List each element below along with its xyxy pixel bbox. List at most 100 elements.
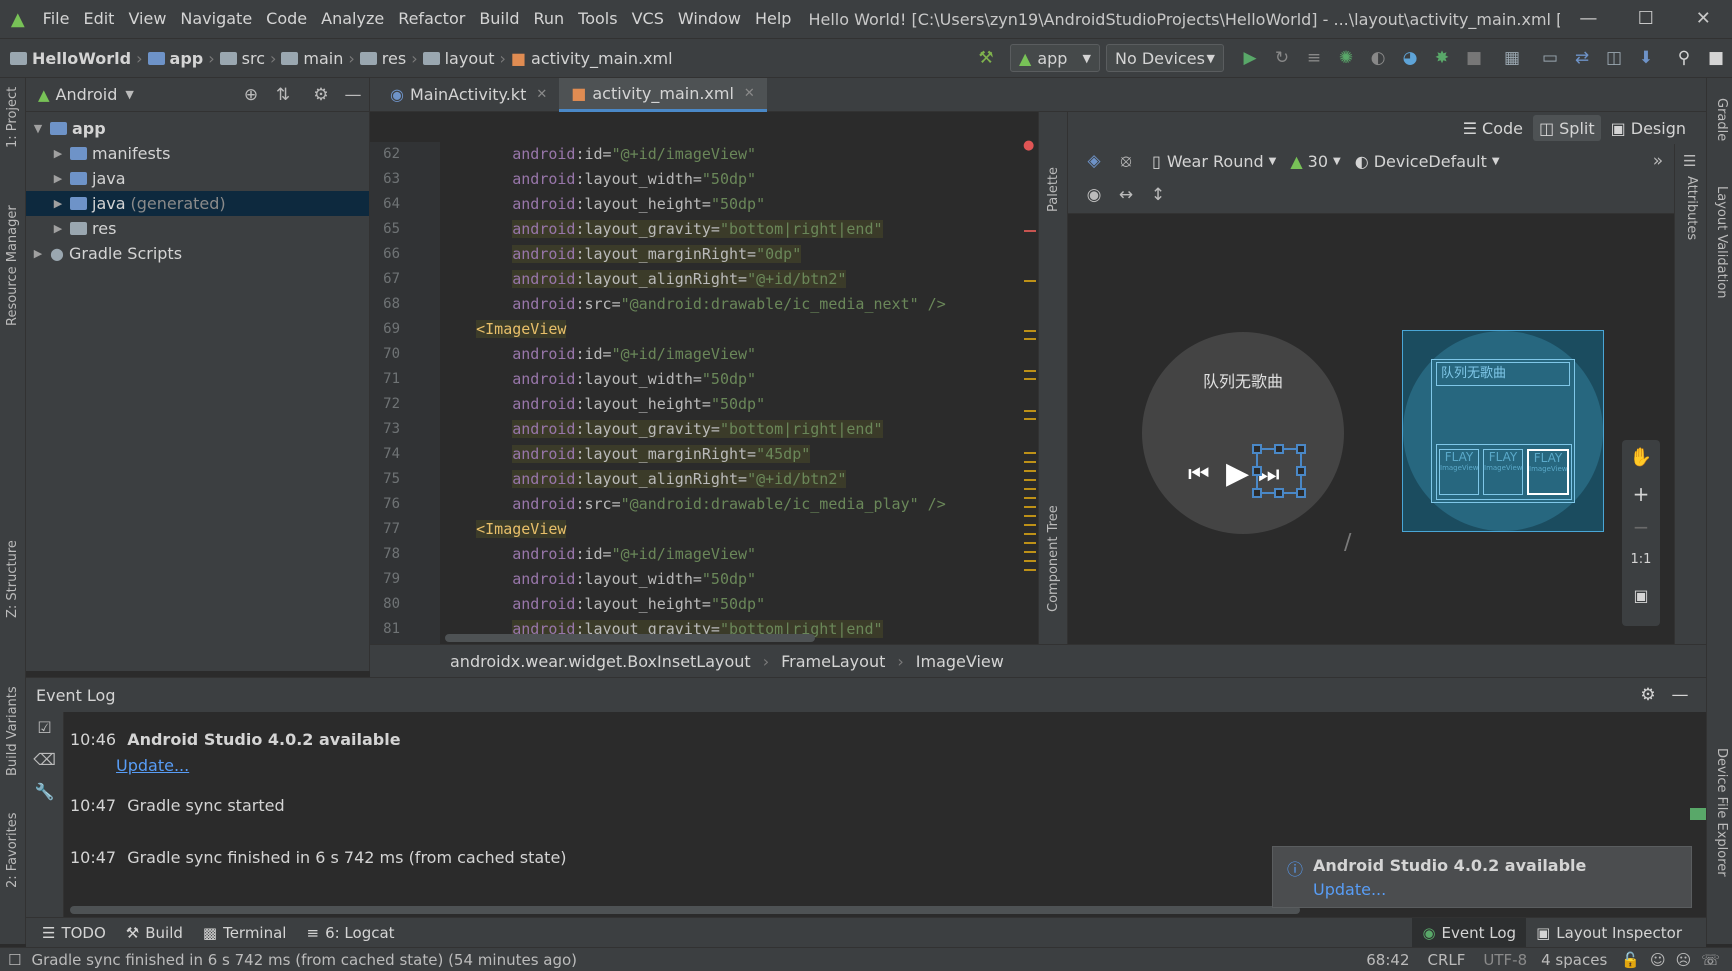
code-line[interactable]: android:layout_marginRight="45dp" <box>440 442 1020 467</box>
menu-analyze[interactable]: Analyze <box>314 0 391 38</box>
close-window-button[interactable]: ✕ <box>1675 0 1732 38</box>
code-line[interactable]: android:layout_width="50dp" <box>440 567 1020 592</box>
play-icon[interactable]: ▶ <box>1226 456 1249 491</box>
more-actions-icon[interactable]: » <box>1642 151 1674 171</box>
device-manager-icon[interactable]: ◫ <box>1598 48 1630 68</box>
tree-item-manifests[interactable]: ▶ manifests <box>26 141 369 166</box>
tool-window-build-variants[interactable]: Build Variants <box>5 686 20 776</box>
view-options-eye-icon[interactable]: ◉ <box>1078 185 1110 205</box>
file-encoding[interactable]: UTF-8 <box>1483 951 1527 969</box>
tab-layout-inspector[interactable]: ▣ Layout Inspector <box>1526 918 1692 948</box>
code-line[interactable]: android:layout_height="50dp" <box>440 392 1020 417</box>
crumb-res[interactable]: res <box>382 49 406 68</box>
theme-select[interactable]: ◐ DeviceDefault ▼ <box>1355 152 1500 171</box>
split-mode-button[interactable]: ◫ Split <box>1533 115 1601 141</box>
zoom-actual-size-button[interactable]: 1:1 <box>1622 542 1660 578</box>
horizontal-resize-icon[interactable]: ↔ <box>1110 185 1142 205</box>
indent-setting[interactable]: 4 spaces <box>1541 951 1607 969</box>
code-editor[interactable]: 62 63 64 65 66 67 68 69 70 71 72 73 74 75 76 77 78 79 80 81… <box>370 112 1038 644</box>
collapsed-arrow-icon[interactable]: ▶ <box>50 172 66 185</box>
device-preview-select[interactable]: ▯ Wear Round ▼ <box>1152 152 1276 171</box>
close-icon[interactable]: ✕ <box>536 87 547 102</box>
crumb-layout[interactable]: layout <box>445 49 495 68</box>
crumb-src[interactable]: src <box>242 49 265 68</box>
tab-terminal[interactable]: ▩ Terminal <box>193 918 297 948</box>
update-link[interactable]: Update... <box>116 756 189 775</box>
sync-gradle-icon[interactable]: ⇄ <box>1566 48 1598 68</box>
tab-logcat[interactable]: ≡ 6: Logcat <box>296 918 404 948</box>
code-line[interactable]: android:id="@+id/imageView" <box>440 542 1020 567</box>
notifications-icon[interactable]: ☏ <box>1701 951 1720 969</box>
crumb-framelayout[interactable]: FrameLayout <box>781 652 885 671</box>
menu-code[interactable]: Code <box>259 0 314 38</box>
crumb-imageview[interactable]: ImageView <box>916 652 1004 671</box>
collapsed-arrow-icon[interactable]: ▶ <box>30 247 46 260</box>
lock-icon[interactable]: 🔓 <box>1621 951 1640 969</box>
notification-balloon[interactable]: ⓘ Android Studio 4.0.2 available Update.… <box>1272 846 1692 908</box>
tool-window-gradle[interactable]: Gradle <box>1714 98 1729 141</box>
collapsed-arrow-icon[interactable]: ▶ <box>50 222 66 235</box>
design-mode-button[interactable]: ▣ Design <box>1605 115 1692 141</box>
zoom-fit-icon[interactable]: ▣ <box>1622 578 1660 614</box>
component-tree-tab[interactable]: Component Tree <box>1046 505 1061 612</box>
horizontal-scrollbar[interactable] <box>445 634 815 642</box>
design-canvas[interactable]: 队列无歌曲 ⏮ ▶ ⏭ ∕ 队列无歌曲 FLAY ImageView FLAY … <box>1068 214 1674 644</box>
tree-item-res[interactable]: ▶ res <box>26 216 369 241</box>
watch-preview[interactable]: 队列无歌曲 ⏮ ▶ ⏭ <box>1142 332 1344 534</box>
stop-icon[interactable]: ■ <box>1458 48 1490 68</box>
profile-icon[interactable]: ◕ <box>1394 48 1426 68</box>
close-icon[interactable]: ✕ <box>744 86 755 101</box>
code-line[interactable]: <ImageView <box>440 317 1020 342</box>
sdk-manager-icon[interactable]: ⬇ <box>1630 48 1662 68</box>
menu-run[interactable]: Run <box>526 0 571 38</box>
search-icon[interactable]: ⚲ <box>1668 48 1700 68</box>
tab-event-log[interactable]: ◉ Event Log <box>1412 917 1527 948</box>
code-line[interactable]: android:layout_gravity="bottom|right|end… <box>440 417 1020 442</box>
run-config-select[interactable]: ▲ app ▼ <box>1010 44 1100 72</box>
crumb-app[interactable]: app <box>170 49 204 68</box>
crumb-project[interactable]: HelloWorld <box>32 49 131 68</box>
tree-item-java-generated[interactable]: ▶ java (generated) <box>26 191 369 216</box>
attributes-icon[interactable]: ☰ <box>1683 152 1696 170</box>
previous-track-icon[interactable]: ⏮ <box>1188 460 1210 488</box>
notification-update-link[interactable]: Update... <box>1313 880 1386 899</box>
resize-handle-icon[interactable]: ∕ <box>1344 530 1351 555</box>
coverage-icon[interactable]: ◐ <box>1362 48 1394 68</box>
code-line[interactable]: android:layout_height="50dp" <box>440 192 1020 217</box>
palette-tab[interactable]: Palette <box>1046 167 1061 212</box>
zoom-out-icon[interactable]: − <box>1622 512 1660 542</box>
blueprint-preview[interactable]: 队列无歌曲 FLAY ImageView FLAY ImageView FLAY… <box>1402 330 1604 532</box>
tool-window-layout-validation[interactable]: Layout Validation <box>1714 186 1729 299</box>
attributes-tab[interactable]: Attributes <box>1684 176 1699 240</box>
tree-item-app[interactable]: ▼ app <box>26 116 369 141</box>
api-level-select[interactable]: ▲ 30 ▼ <box>1290 152 1340 171</box>
code-line[interactable]: <ImageView <box>440 517 1020 542</box>
apply-code-changes-icon[interactable]: ≡ <box>1298 48 1330 68</box>
code-line[interactable]: android:id="@+id/imageView" <box>440 342 1020 367</box>
tab-todo[interactable]: ☰ TODO <box>32 918 116 948</box>
tree-item-java[interactable]: ▶ java <box>26 166 369 191</box>
chevron-down-icon[interactable]: ▼ <box>125 88 133 101</box>
locate-icon[interactable]: ⊕ <box>235 85 267 105</box>
hide-panel-icon[interactable]: — <box>1664 685 1696 705</box>
code-line[interactable]: android:layout_height="50dp" <box>440 592 1020 617</box>
collapsed-arrow-icon[interactable]: ▶ <box>50 197 66 210</box>
crumb-boxinsetlayout[interactable]: androidx.wear.widget.BoxInsetLayout <box>450 652 751 671</box>
inspection-face-icon[interactable]: ☺ <box>1650 951 1666 969</box>
avd-manager-icon[interactable]: ▭ <box>1534 48 1566 68</box>
zoom-in-icon[interactable]: + <box>1622 476 1660 512</box>
status-message[interactable]: Gradle sync finished in 6 s 742 ms (from… <box>31 951 577 969</box>
attach-debugger-icon[interactable]: ✸ <box>1426 48 1458 68</box>
hide-panel-icon[interactable]: — <box>337 85 369 105</box>
menu-window[interactable]: Window <box>671 0 748 38</box>
device-select[interactable]: No Devices ▼ <box>1106 44 1224 72</box>
project-view-select[interactable]: Android <box>56 85 118 104</box>
debug-icon[interactable]: ✺ <box>1330 48 1362 68</box>
line-separator[interactable]: CRLF <box>1428 951 1466 969</box>
log-update-link[interactable]: Update... <box>116 756 189 775</box>
orientation-icon[interactable]: ⦻ <box>1110 151 1142 171</box>
menu-navigate[interactable]: Navigate <box>173 0 259 38</box>
menu-help[interactable]: Help <box>748 0 798 38</box>
feedback-face-icon[interactable]: ☹ <box>1676 951 1692 969</box>
run-icon[interactable]: ▶ <box>1234 48 1266 68</box>
